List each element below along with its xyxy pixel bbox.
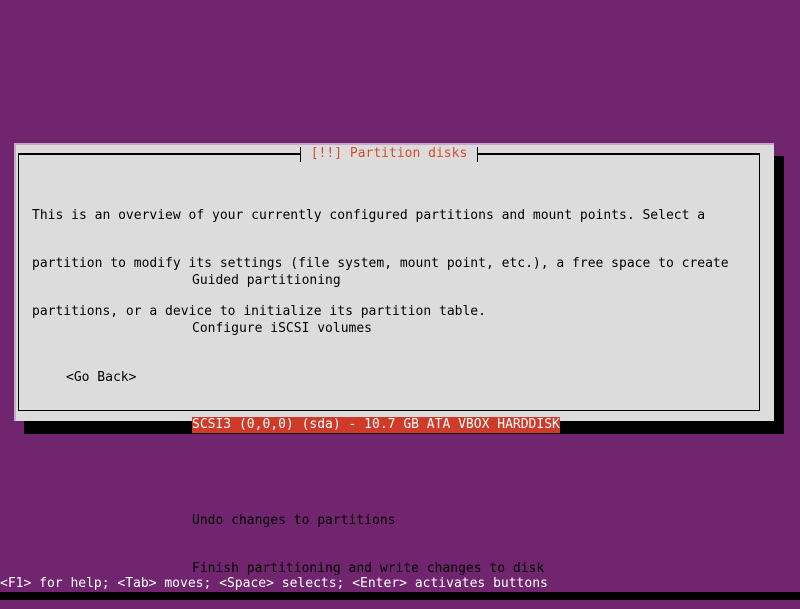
bottom-black-strip xyxy=(0,592,800,600)
menu-spacer-2 xyxy=(192,465,560,481)
go-back-button[interactable]: <Go Back> xyxy=(66,370,136,386)
title-rule-right xyxy=(478,153,761,155)
partition-menu: Guided partitioning Configure iSCSI volu… xyxy=(192,241,560,609)
menu-spacer-1 xyxy=(192,369,560,385)
menu-item-undo-changes[interactable]: Undo changes to partitions xyxy=(192,513,560,529)
title-rule-left xyxy=(18,153,300,155)
menu-item-configure-iscsi-volumes[interactable]: Configure iSCSI volumes xyxy=(192,321,560,337)
description-line-1: This is an overview of your currently co… xyxy=(32,208,706,223)
dialog-title: [!!] Partition disks xyxy=(300,146,478,162)
menu-item-guided-partitioning[interactable]: Guided partitioning xyxy=(192,273,560,289)
status-bar-help-text: <F1> for help; <Tab> moves; <Space> sele… xyxy=(0,576,800,592)
installer-screen: [!!] Partition disks This is an overview… xyxy=(0,0,800,600)
menu-item-scsi3-disk[interactable]: SCSI3 (0,0,0) (sda) - 10.7 GB ATA VBOX H… xyxy=(192,417,560,433)
dialog-title-bar: [!!] Partition disks xyxy=(18,146,761,162)
menu-item-finish-partitioning[interactable]: Finish partitioning and write changes to… xyxy=(192,561,560,577)
